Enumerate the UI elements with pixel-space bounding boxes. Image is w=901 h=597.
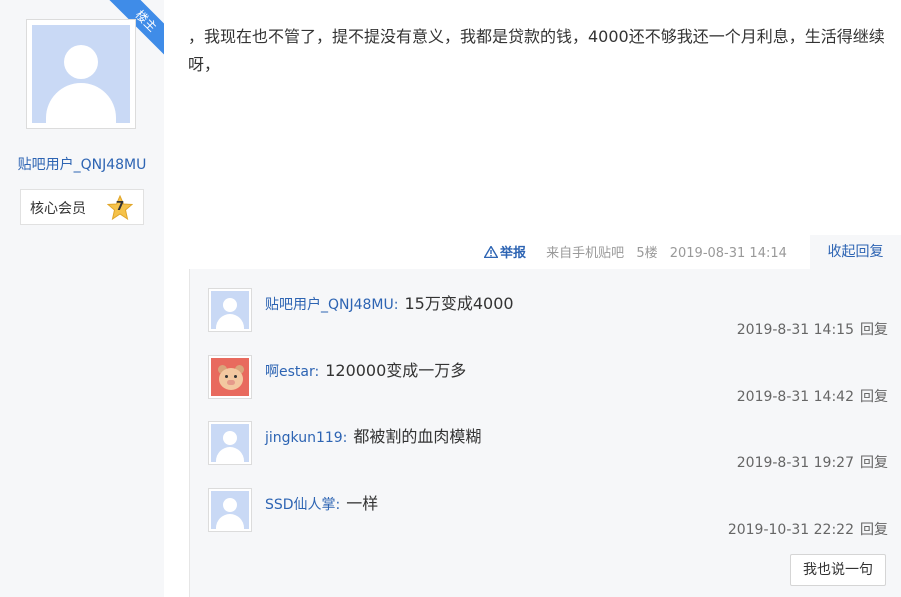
report-label: 举报: [500, 246, 527, 261]
floor-number: 5楼: [636, 246, 658, 261]
reply-avatar[interactable]: [208, 355, 252, 399]
reply-username[interactable]: jingkun119:: [265, 430, 347, 446]
reply-panel: 贴吧用户_QNJ48MU: 15万变成4000 2019-8-31 14:15 回复…: [189, 269, 901, 597]
reply-time: 2019-8-31 19:27: [736, 455, 854, 471]
member-badge[interactable]: 核心会员 7: [20, 189, 144, 225]
post-datetime: 2019-08-31 14:14: [669, 246, 787, 261]
reply-time: 2019-10-31 22:22: [727, 522, 854, 538]
author-name-link[interactable]: 贴吧用户_QNJ48MU: [0, 154, 164, 174]
reply-meta: 2019-8-31 14:15 回复: [737, 319, 888, 339]
author-avatar[interactable]: [26, 19, 136, 129]
reply-item: jingkun119: 都被割的血肉模糊 2019-8-31 19:27 回复: [208, 421, 888, 487]
add-reply-button[interactable]: 我也说一句: [790, 554, 886, 586]
default-avatar-icon: [211, 424, 249, 462]
reply-meta: 2019-10-31 22:22 回复: [728, 519, 888, 539]
reply-line: SSD仙人掌: 一样: [265, 490, 378, 514]
reply-button[interactable]: 回复: [860, 322, 888, 338]
reply-item: SSD仙人掌: 一样 2019-10-31 22:22 回复: [208, 488, 888, 554]
collapse-replies-button[interactable]: 收起回复: [810, 235, 901, 269]
reply-button[interactable]: 回复: [860, 455, 888, 471]
reply-username[interactable]: SSD仙人掌:: [265, 497, 340, 513]
reply-button[interactable]: 回复: [860, 389, 888, 405]
reply-line: 啊estar: 120000变成一万多: [265, 357, 466, 381]
level-star-icon: 7: [106, 194, 134, 221]
reply-item: 啊estar: 120000变成一万多 2019-8-31 14:42 回复: [208, 355, 888, 421]
reply-content: 15万变成4000: [404, 294, 514, 313]
reply-avatar[interactable]: [208, 288, 252, 332]
author-column: 楼主 贴吧用户_QNJ48MU 核心会员 7: [0, 0, 164, 597]
pig-avatar-icon: [211, 358, 249, 396]
reply-avatar[interactable]: [208, 488, 252, 532]
warning-icon: [484, 246, 498, 258]
member-label: 核心会员: [30, 201, 86, 217]
reply-username[interactable]: 贴吧用户_QNJ48MU:: [265, 297, 398, 313]
post-source[interactable]: 来自手机贴吧: [546, 246, 624, 261]
reply-username[interactable]: 啊estar:: [265, 364, 319, 380]
reply-meta: 2019-8-31 19:27 回复: [737, 452, 888, 472]
reply-content: 都被割的血肉模糊: [353, 427, 482, 446]
default-avatar-icon: [32, 25, 130, 123]
reply-content: 一样: [346, 494, 379, 513]
reply-avatar[interactable]: [208, 421, 252, 465]
report-link[interactable]: 举报: [484, 246, 538, 261]
reply-time: 2019-8-31 14:42: [736, 389, 854, 405]
reply-item: 贴吧用户_QNJ48MU: 15万变成4000 2019-8-31 14:15 回复: [208, 288, 888, 354]
reply-meta: 2019-8-31 14:42 回复: [737, 386, 888, 406]
default-avatar-icon: [211, 491, 249, 529]
reply-content: 120000变成一万多: [325, 361, 467, 380]
reply-time: 2019-8-31 14:15: [736, 322, 854, 338]
post-meta: 举报 来自手机贴吧 5楼 2019-08-31 14:14: [484, 242, 795, 262]
level-number: 7: [115, 199, 125, 213]
reply-button[interactable]: 回复: [860, 522, 888, 538]
default-avatar-icon: [211, 291, 249, 329]
reply-line: jingkun119: 都被割的血肉模糊: [265, 423, 481, 447]
post-content: ，我现在也不管了，提不提没有意义，我都是贷款的钱，4000还不够我还一个月利息，…: [188, 27, 885, 74]
reply-line: 贴吧用户_QNJ48MU: 15万变成4000: [265, 290, 514, 314]
